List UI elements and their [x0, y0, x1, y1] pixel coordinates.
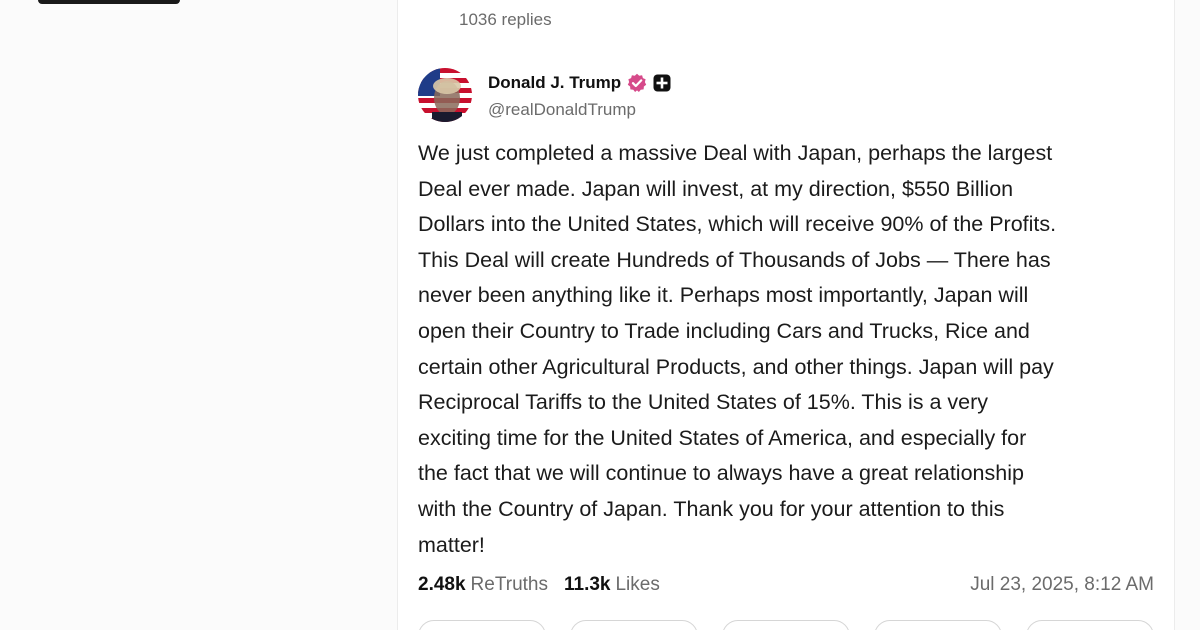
- post-timestamp[interactable]: Jul 23, 2025, 8:12 AM: [970, 574, 1154, 596]
- share-button[interactable]: [874, 620, 1002, 630]
- post-header: Donald J. Trump @realDonaldTrump: [418, 68, 1154, 122]
- retruths-count: 2.48k: [418, 574, 466, 595]
- retruths-label: ReTruths: [470, 574, 548, 595]
- left-column-fragment: [38, 0, 180, 4]
- avatar-image: [418, 68, 472, 122]
- post-footer: 2.48k ReTruths 11.3k Likes Jul 23, 2025,…: [418, 574, 1154, 596]
- retruths-stat[interactable]: 2.48k ReTruths: [418, 574, 548, 596]
- author-display-name[interactable]: Donald J. Trump: [488, 73, 621, 93]
- like-button[interactable]: [722, 620, 850, 630]
- verified-badge-icon: [627, 73, 647, 93]
- post: Donald J. Trump @realDonaldTrump We just…: [418, 68, 1154, 595]
- post-body-text: We just completed a massive Deal with Ja…: [418, 141, 1057, 557]
- author-handle[interactable]: @realDonaldTrump: [488, 100, 671, 120]
- reply-button[interactable]: [418, 620, 546, 630]
- page: 1036 replies Donald J. Trump @realDonald…: [0, 0, 1200, 630]
- feed-column: 1036 replies Donald J. Trump @realDonald…: [397, 0, 1175, 630]
- more-options-button[interactable]: [1026, 620, 1154, 630]
- likes-stat[interactable]: 11.3k Likes: [564, 574, 660, 596]
- name-row: Donald J. Trump: [488, 72, 671, 94]
- plus-badge-icon: [653, 74, 671, 92]
- likes-label: Likes: [615, 574, 660, 595]
- avatar[interactable]: [418, 68, 472, 122]
- likes-count: 11.3k: [563, 574, 611, 595]
- replies-count-link[interactable]: 1036 replies: [459, 10, 552, 30]
- author-block: Donald J. Trump @realDonaldTrump: [488, 72, 671, 120]
- retruth-button[interactable]: [570, 620, 698, 630]
- post-action-bar: [418, 620, 1154, 630]
